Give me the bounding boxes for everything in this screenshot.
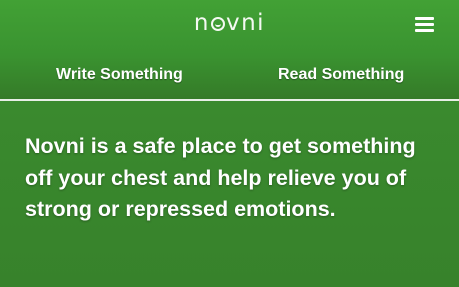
logo-swirl-icon [210, 17, 225, 31]
nav-read-something[interactable]: Read Something [278, 66, 404, 84]
logo-suffix: vni [225, 10, 266, 36]
top-bar: n vni Write Something Read Something [0, 0, 459, 100]
logo-prefix: n [193, 10, 210, 36]
main-nav: Write Something Read Something [0, 58, 459, 92]
novni-logo[interactable]: n vni [0, 10, 459, 40]
nav-write-something[interactable]: Write Something [56, 66, 183, 84]
main-content: Novni is a safe place to get something o… [0, 101, 459, 287]
hamburger-menu-icon[interactable] [415, 17, 434, 32]
intro-text: Novni is a safe place to get something o… [25, 134, 416, 221]
